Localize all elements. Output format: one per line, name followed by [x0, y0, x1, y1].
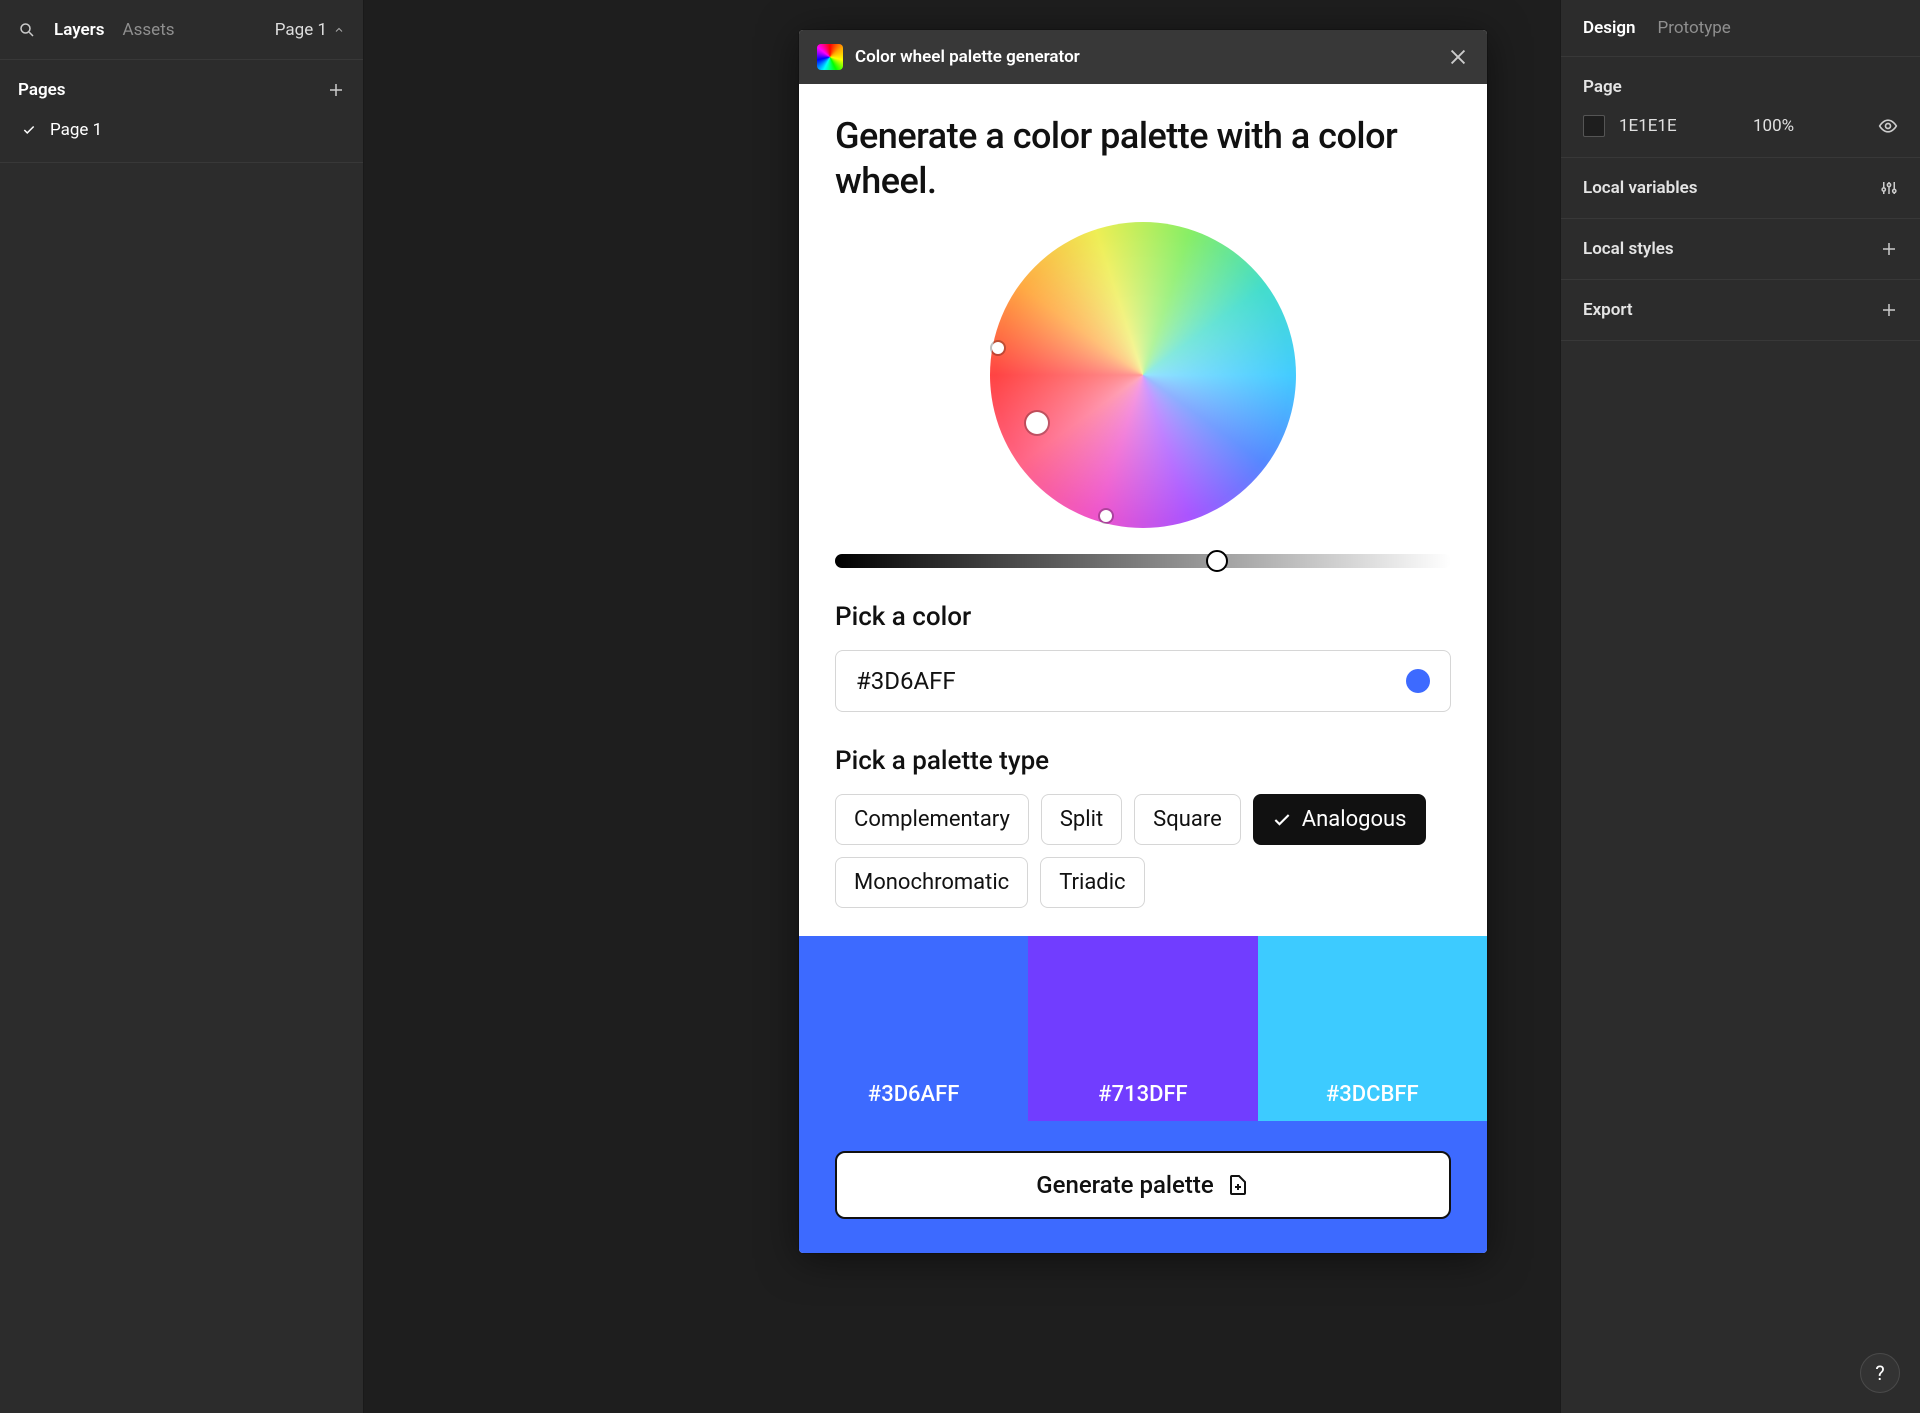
plugin-title: Color wheel palette generator	[855, 47, 1080, 67]
page-selector-button[interactable]: Page 1	[275, 20, 345, 40]
plus-icon[interactable]	[1880, 240, 1898, 258]
swatch-hex: #3DCBFF	[1326, 1082, 1419, 1107]
palette-type-monochromatic[interactable]: Monochromatic	[835, 857, 1028, 908]
color-wheel-section	[835, 222, 1451, 568]
export-title: Export	[1583, 300, 1633, 320]
left-panel-header: Layers Assets Page 1	[0, 0, 363, 60]
design-tab[interactable]: Design	[1583, 18, 1636, 38]
search-icon[interactable]	[18, 21, 36, 39]
background-swatch[interactable]	[1583, 115, 1605, 137]
brightness-slider[interactable]	[835, 554, 1451, 568]
generate-bar: Generate palette	[799, 1121, 1487, 1253]
wheel-handle[interactable]	[1100, 510, 1112, 522]
plugin-headline: Generate a color palette with a color wh…	[835, 114, 1451, 204]
palette-swatches: #3D6AFF #713DFF #3DCBFF	[799, 936, 1487, 1121]
left-panel: Layers Assets Page 1 Pages Page 1	[0, 0, 364, 1413]
color-hex-value: #3D6AFF	[856, 667, 956, 695]
page-item-label: Page 1	[50, 120, 102, 140]
page-section: Page 1E1E1E 100%	[1561, 57, 1920, 158]
color-swatch-icon	[1406, 669, 1430, 693]
plugin-body: Generate a color palette with a color wh…	[799, 84, 1487, 936]
plugin-window: Color wheel palette generator Generate a…	[799, 30, 1487, 1253]
page-selector-label: Page 1	[275, 20, 327, 40]
page-item[interactable]: Page 1	[0, 110, 363, 150]
palette-type-label: Analogous	[1302, 807, 1407, 832]
palette-type-square[interactable]: Square	[1134, 794, 1241, 845]
close-icon[interactable]	[1447, 46, 1469, 68]
local-styles-title: Local styles	[1583, 239, 1674, 259]
check-icon	[22, 123, 36, 137]
page-background-row[interactable]: 1E1E1E 100%	[1583, 115, 1898, 137]
pick-color-label: Pick a color	[835, 602, 1451, 632]
wheel-handle[interactable]	[992, 342, 1004, 354]
check-icon	[1272, 810, 1292, 830]
export-section: Export	[1561, 280, 1920, 341]
color-input[interactable]: #3D6AFF	[835, 650, 1451, 712]
palette-type-group: Complementary Split Square Analogous Mon…	[835, 794, 1451, 908]
swatch-hex: #3D6AFF	[868, 1082, 959, 1107]
swatch-hex: #713DFF	[1098, 1082, 1187, 1107]
background-opacity: 100%	[1753, 116, 1864, 136]
visibility-icon[interactable]	[1878, 116, 1898, 136]
palette-type-complementary[interactable]: Complementary	[835, 794, 1029, 845]
plugin-icon	[817, 44, 843, 70]
color-wheel[interactable]	[990, 222, 1296, 528]
palette-type-split[interactable]: Split	[1041, 794, 1122, 845]
prototype-tab[interactable]: Prototype	[1658, 18, 1731, 38]
wheel-handle-main[interactable]	[1026, 412, 1048, 434]
generate-label: Generate palette	[1036, 1171, 1213, 1199]
page-section-title: Page	[1583, 77, 1622, 97]
assets-tab[interactable]: Assets	[123, 20, 175, 40]
generate-palette-button[interactable]: Generate palette	[835, 1151, 1451, 1219]
local-styles-section: Local styles	[1561, 219, 1920, 280]
add-file-icon	[1226, 1173, 1250, 1197]
divider	[0, 162, 363, 163]
pages-section-header: Pages	[0, 60, 363, 110]
palette-swatch[interactable]: #3D6AFF	[799, 936, 1028, 1121]
palette-type-analogous[interactable]: Analogous	[1253, 794, 1426, 845]
right-panel: Design Prototype Page 1E1E1E 100% Local …	[1560, 0, 1920, 1413]
layers-tab[interactable]: Layers	[54, 20, 105, 40]
right-panel-tabs: Design Prototype	[1561, 0, 1920, 57]
local-variables-section: Local variables	[1561, 158, 1920, 219]
pages-title: Pages	[18, 80, 66, 100]
local-variables-title: Local variables	[1583, 178, 1698, 198]
palette-swatch[interactable]: #713DFF	[1028, 936, 1257, 1121]
add-page-icon[interactable]	[327, 81, 345, 99]
chevron-up-icon	[333, 24, 345, 36]
brightness-knob[interactable]	[1206, 550, 1228, 572]
settings-icon[interactable]	[1880, 179, 1898, 197]
background-hex: 1E1E1E	[1619, 116, 1719, 136]
palette-swatch[interactable]: #3DCBFF	[1258, 936, 1487, 1121]
help-button[interactable]: ?	[1860, 1353, 1900, 1393]
plus-icon[interactable]	[1880, 301, 1898, 319]
palette-type-triadic[interactable]: Triadic	[1040, 857, 1144, 908]
pick-palette-label: Pick a palette type	[835, 746, 1451, 776]
canvas[interactable]: Color wheel palette generator Generate a…	[364, 0, 1560, 1413]
plugin-header[interactable]: Color wheel palette generator	[799, 30, 1487, 84]
